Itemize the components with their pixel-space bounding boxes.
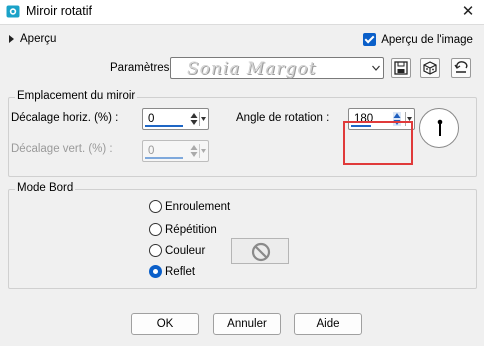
cube-icon xyxy=(423,61,437,75)
edge-mode-option-label: Répétition xyxy=(165,223,217,236)
window-title: Miroir rotatif xyxy=(26,4,92,18)
radio-unselected-icon xyxy=(149,244,162,257)
no-color-icon xyxy=(251,242,271,262)
spin-arrows-icon[interactable] xyxy=(190,112,198,126)
vertical-offset-label: Décalage vert. (%) : xyxy=(11,143,113,155)
ok-button[interactable]: OK xyxy=(131,313,199,335)
checkbox-checked-icon xyxy=(363,33,376,46)
close-icon: ✕ xyxy=(461,3,475,20)
horizontal-offset-label: Décalage horiz. (%) : xyxy=(11,112,119,124)
reset-button[interactable] xyxy=(451,58,471,78)
title-bar: Miroir rotatif ✕ xyxy=(0,0,484,24)
horizontal-offset-input[interactable]: 0 xyxy=(142,108,209,130)
expand-arrow-icon xyxy=(9,35,14,43)
edge-mode-option-reflect[interactable]: Reflet xyxy=(149,265,195,278)
save-icon xyxy=(394,61,408,75)
horizontal-offset-value: 0 xyxy=(148,113,155,125)
cancel-button[interactable]: Annuler xyxy=(213,313,281,335)
edge-mode-title: Mode Bord xyxy=(15,182,76,194)
presets-label: Paramètres : xyxy=(110,62,176,74)
show-image-preview-checkbox[interactable]: Aperçu de l'image xyxy=(363,33,473,46)
edge-color-swatch[interactable] xyxy=(231,238,289,264)
edge-mode-option-label: Couleur xyxy=(165,244,206,257)
help-button[interactable]: Aide xyxy=(294,313,362,335)
vertical-offset-value: 0 xyxy=(148,145,155,157)
preview-label: Aperçu xyxy=(20,33,57,45)
close-button[interactable]: ✕ xyxy=(456,1,480,23)
slider-popup-button[interactable] xyxy=(199,144,206,158)
mirror-location-title: Emplacement du miroir xyxy=(15,90,138,102)
rotation-angle-dial[interactable] xyxy=(419,108,459,148)
rotation-angle-label: Angle de rotation : xyxy=(236,112,330,124)
radio-selected-icon xyxy=(149,265,162,278)
edge-mode-option-label: Enroulement xyxy=(165,200,231,213)
watermark-text: Sonia Margot xyxy=(187,59,317,79)
preview-expander[interactable]: Aperçu xyxy=(9,33,56,45)
slider-popup-button[interactable] xyxy=(199,112,206,126)
vertical-offset-input[interactable]: 0 xyxy=(142,140,209,162)
edge-mode-option-label: Reflet xyxy=(165,265,196,278)
presets-dropdown[interactable]: Sonia Margot xyxy=(170,57,384,79)
reset-icon xyxy=(454,61,468,73)
edge-mode-option-repeat[interactable]: Répétition xyxy=(149,223,217,236)
radio-unselected-icon xyxy=(149,200,162,213)
caret-down-icon xyxy=(201,117,206,121)
caret-down-icon xyxy=(201,149,206,153)
dial-needle-icon xyxy=(437,119,443,136)
dialog-body: Aperçu Aperçu de l'image Paramètres : So… xyxy=(0,24,484,346)
edge-mode-option-wrap[interactable]: Enroulement xyxy=(149,200,230,213)
spin-arrows-icon[interactable] xyxy=(190,144,198,158)
edge-mode-option-color[interactable]: Couleur xyxy=(149,244,205,257)
show-image-preview-label: Aperçu de l'image xyxy=(381,33,473,46)
psp-app-icon xyxy=(6,5,20,18)
save-preset-button[interactable] xyxy=(391,58,411,78)
rotation-angle-highlight xyxy=(343,121,413,165)
chevron-down-icon xyxy=(372,65,380,71)
randomize-button[interactable] xyxy=(420,58,440,78)
radio-unselected-icon xyxy=(149,223,162,236)
